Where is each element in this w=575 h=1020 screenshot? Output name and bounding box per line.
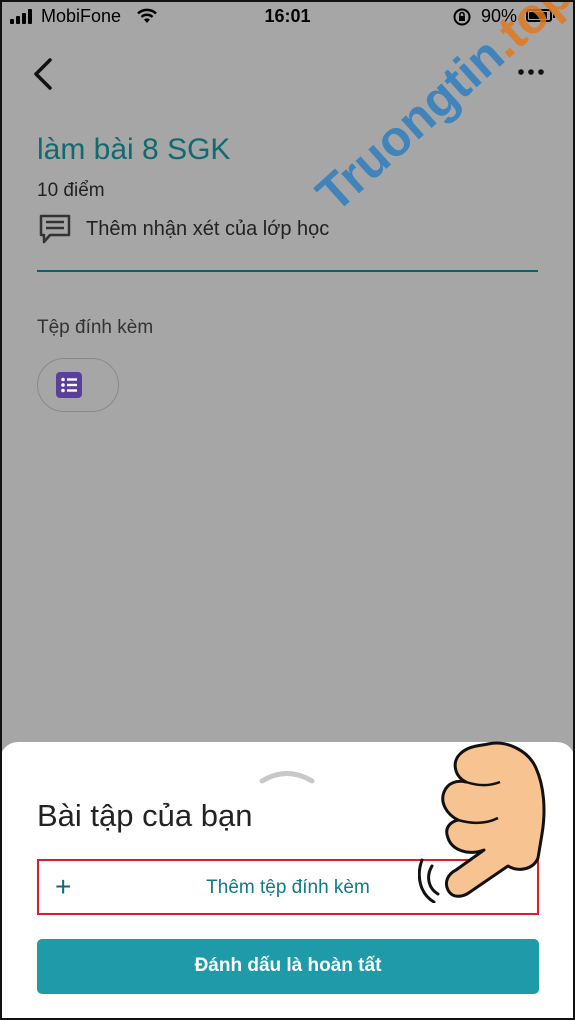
more-options-icon[interactable]: [516, 66, 546, 78]
assignment-points: 10 điểm: [37, 180, 105, 201]
mark-as-done-button[interactable]: Đánh dấu là hoàn tất: [37, 939, 539, 994]
your-work-title: Bài tập của bạn: [37, 798, 253, 833]
add-class-comment[interactable]: Thêm nhận xét của lớp học: [38, 212, 329, 246]
document-list-icon: [56, 372, 82, 398]
comment-divider: [37, 270, 538, 272]
mark-as-done-label: Đánh dấu là hoàn tất: [194, 955, 382, 976]
watermark-main: Truongtin: [305, 26, 515, 223]
back-arrow-icon[interactable]: [28, 56, 58, 92]
add-class-comment-label: Thêm nhận xét của lớp học: [86, 217, 330, 240]
assignment-title: làm bài 8 SGK: [37, 133, 231, 166]
orientation-lock-icon: [453, 8, 471, 26]
attachments-heading: Tệp đính kèm: [37, 317, 154, 338]
pointing-hand-icon: [418, 741, 546, 903]
sheet-expand-handle[interactable]: [258, 768, 316, 784]
attachment-chip[interactable]: [37, 358, 119, 412]
comment-icon: [39, 214, 71, 244]
